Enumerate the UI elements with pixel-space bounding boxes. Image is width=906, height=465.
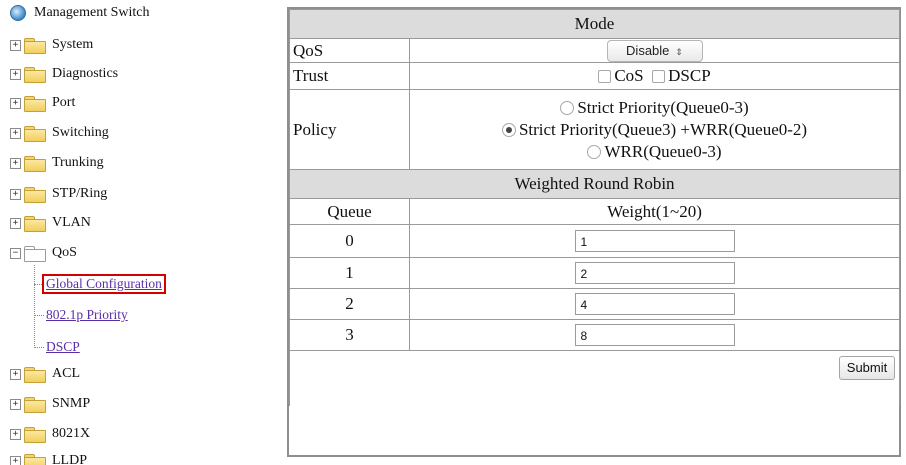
tree-item-label: Switching <box>52 125 109 140</box>
tree-item-trunking[interactable]: + Trunking <box>10 152 104 174</box>
folder-icon <box>24 396 46 413</box>
submit-row: Submit <box>288 350 901 406</box>
policy-option-label: Strict Priority(Queue3) +WRR(Queue0-2) <box>518 119 808 139</box>
expand-icon[interactable]: + <box>10 217 21 229</box>
weight-column-header: Weight(1~20) <box>408 198 901 225</box>
queue-column-header: Queue <box>289 198 410 225</box>
tree-item-stp-ring[interactable]: + STP/Ring <box>10 183 107 205</box>
queue-number: 0 <box>289 224 410 258</box>
weight-input-queue-1[interactable]: 2 <box>574 262 735 284</box>
dscp-checkbox-label: DSCP <box>668 66 711 85</box>
tree-item-qos[interactable]: − QoS <box>10 242 77 264</box>
folder-icon <box>24 155 46 172</box>
policy-radio-strict-0-3[interactable] <box>560 100 575 115</box>
queue-number: 2 <box>289 288 410 320</box>
dscp-checkbox[interactable] <box>652 69 666 83</box>
tree-item-label: Diagnostics <box>52 66 119 81</box>
qos-mode-value: Disable <box>626 42 670 58</box>
qos-global-configuration-panel: Mode QoS Disable ⇕ Trust CoS DSCP Policy … <box>287 7 905 457</box>
tree-item-label: Trunking <box>52 155 104 170</box>
qos-label: QoS <box>289 38 410 63</box>
tree-item-vlan[interactable]: + VLAN <box>10 212 91 234</box>
weight-input-queue-2[interactable]: 4 <box>574 293 735 315</box>
mode-header: Mode <box>288 9 901 39</box>
cos-checkbox-label: CoS <box>614 66 644 85</box>
queue-number: 1 <box>289 257 410 289</box>
expand-icon[interactable]: + <box>10 398 21 410</box>
tree-connector <box>34 315 44 316</box>
tree-item-8021x[interactable]: + 8021X <box>10 423 90 445</box>
table-row: 2 4 <box>289 288 901 320</box>
navigation-tree: Management Switch + System + Diagnostics… <box>0 0 284 465</box>
policy-option-label: Strict Priority(Queue0-3) <box>577 97 749 117</box>
tree-connector <box>34 347 44 348</box>
tree-item-label: LLDP <box>52 453 87 465</box>
tree-subitem-dscp[interactable]: DSCP <box>46 337 80 357</box>
expand-icon[interactable]: + <box>10 39 21 51</box>
expand-icon[interactable]: + <box>10 157 21 169</box>
folder-icon <box>24 37 46 54</box>
tree-item-lldp[interactable]: + LLDP <box>10 450 87 465</box>
tree-subitem-global-configuration[interactable]: Global Configuration <box>42 274 166 294</box>
tree-item-diagnostics[interactable]: + Diagnostics <box>10 63 118 85</box>
queue-number: 3 <box>289 319 410 351</box>
tree-item-system[interactable]: + System <box>10 34 93 56</box>
expand-icon[interactable]: + <box>10 127 21 139</box>
expand-icon[interactable]: + <box>10 455 21 465</box>
tree-item-snmp[interactable]: + SNMP <box>10 393 90 415</box>
folder-icon <box>24 215 46 232</box>
selection-highlight: Global Configuration <box>42 274 166 294</box>
globe-icon <box>10 5 26 21</box>
trust-label: Trust <box>289 62 410 90</box>
open-folder-icon <box>24 245 46 262</box>
tree-item-label: ACL <box>52 366 80 381</box>
cos-checkbox[interactable] <box>598 69 612 83</box>
qos-mode-select[interactable]: Disable ⇕ <box>606 39 703 62</box>
table-row: 1 2 <box>289 257 901 289</box>
folder-icon <box>24 426 46 443</box>
tree-item-switching[interactable]: + Switching <box>10 122 109 144</box>
tree-subitem-8021p-priority[interactable]: 802.1p Priority <box>46 305 128 325</box>
tree-root[interactable]: Management Switch <box>10 2 149 24</box>
tree-item-label: 8021X <box>52 426 91 441</box>
policy-radio-strict-3-wrr[interactable] <box>501 122 516 137</box>
folder-icon <box>24 66 46 83</box>
policy-options: Strict Priority(Queue0-3) Strict Priorit… <box>408 89 901 170</box>
global-configuration-link[interactable]: Global Configuration <box>46 276 162 291</box>
policy-label: Policy <box>289 89 410 170</box>
expand-icon[interactable]: + <box>10 368 21 380</box>
folder-icon <box>24 186 46 203</box>
tree-item-label: SNMP <box>52 396 91 411</box>
tree-root-label: Management Switch <box>34 5 150 20</box>
expand-icon[interactable]: + <box>10 188 21 200</box>
expand-icon[interactable]: + <box>10 97 21 109</box>
expand-icon[interactable]: + <box>10 68 21 80</box>
folder-icon <box>24 95 46 112</box>
table-row: 3 8 <box>289 319 901 351</box>
policy-radio-wrr-0-3[interactable] <box>587 144 602 159</box>
folder-icon <box>24 125 46 142</box>
tree-item-acl[interactable]: + ACL <box>10 363 80 385</box>
policy-option-label: WRR(Queue0-3) <box>604 141 722 161</box>
tree-item-label: QoS <box>52 245 77 260</box>
tree-item-label: Port <box>52 95 76 110</box>
collapse-icon[interactable]: − <box>10 247 21 259</box>
folder-icon <box>24 453 46 465</box>
tree-item-port[interactable]: + Port <box>10 92 75 114</box>
folder-icon <box>24 366 46 383</box>
weight-input-queue-0[interactable]: 1 <box>574 230 735 252</box>
tree-item-label: STP/Ring <box>52 186 108 201</box>
tree-item-label: System <box>52 37 94 52</box>
tree-connector <box>34 265 35 348</box>
8021p-priority-link[interactable]: 802.1p Priority <box>46 307 128 323</box>
select-arrows-icon: ⇕ <box>675 46 683 57</box>
wrr-header: Weighted Round Robin <box>288 169 901 199</box>
weight-input-queue-3[interactable]: 8 <box>574 324 735 346</box>
expand-icon[interactable]: + <box>10 428 21 440</box>
qos-config-table: Mode QoS Disable ⇕ Trust CoS DSCP Policy … <box>288 9 901 406</box>
tree-item-label: VLAN <box>52 215 91 230</box>
submit-button[interactable]: Submit <box>839 356 896 380</box>
table-row: 0 1 <box>289 224 901 258</box>
dscp-link[interactable]: DSCP <box>46 339 80 355</box>
